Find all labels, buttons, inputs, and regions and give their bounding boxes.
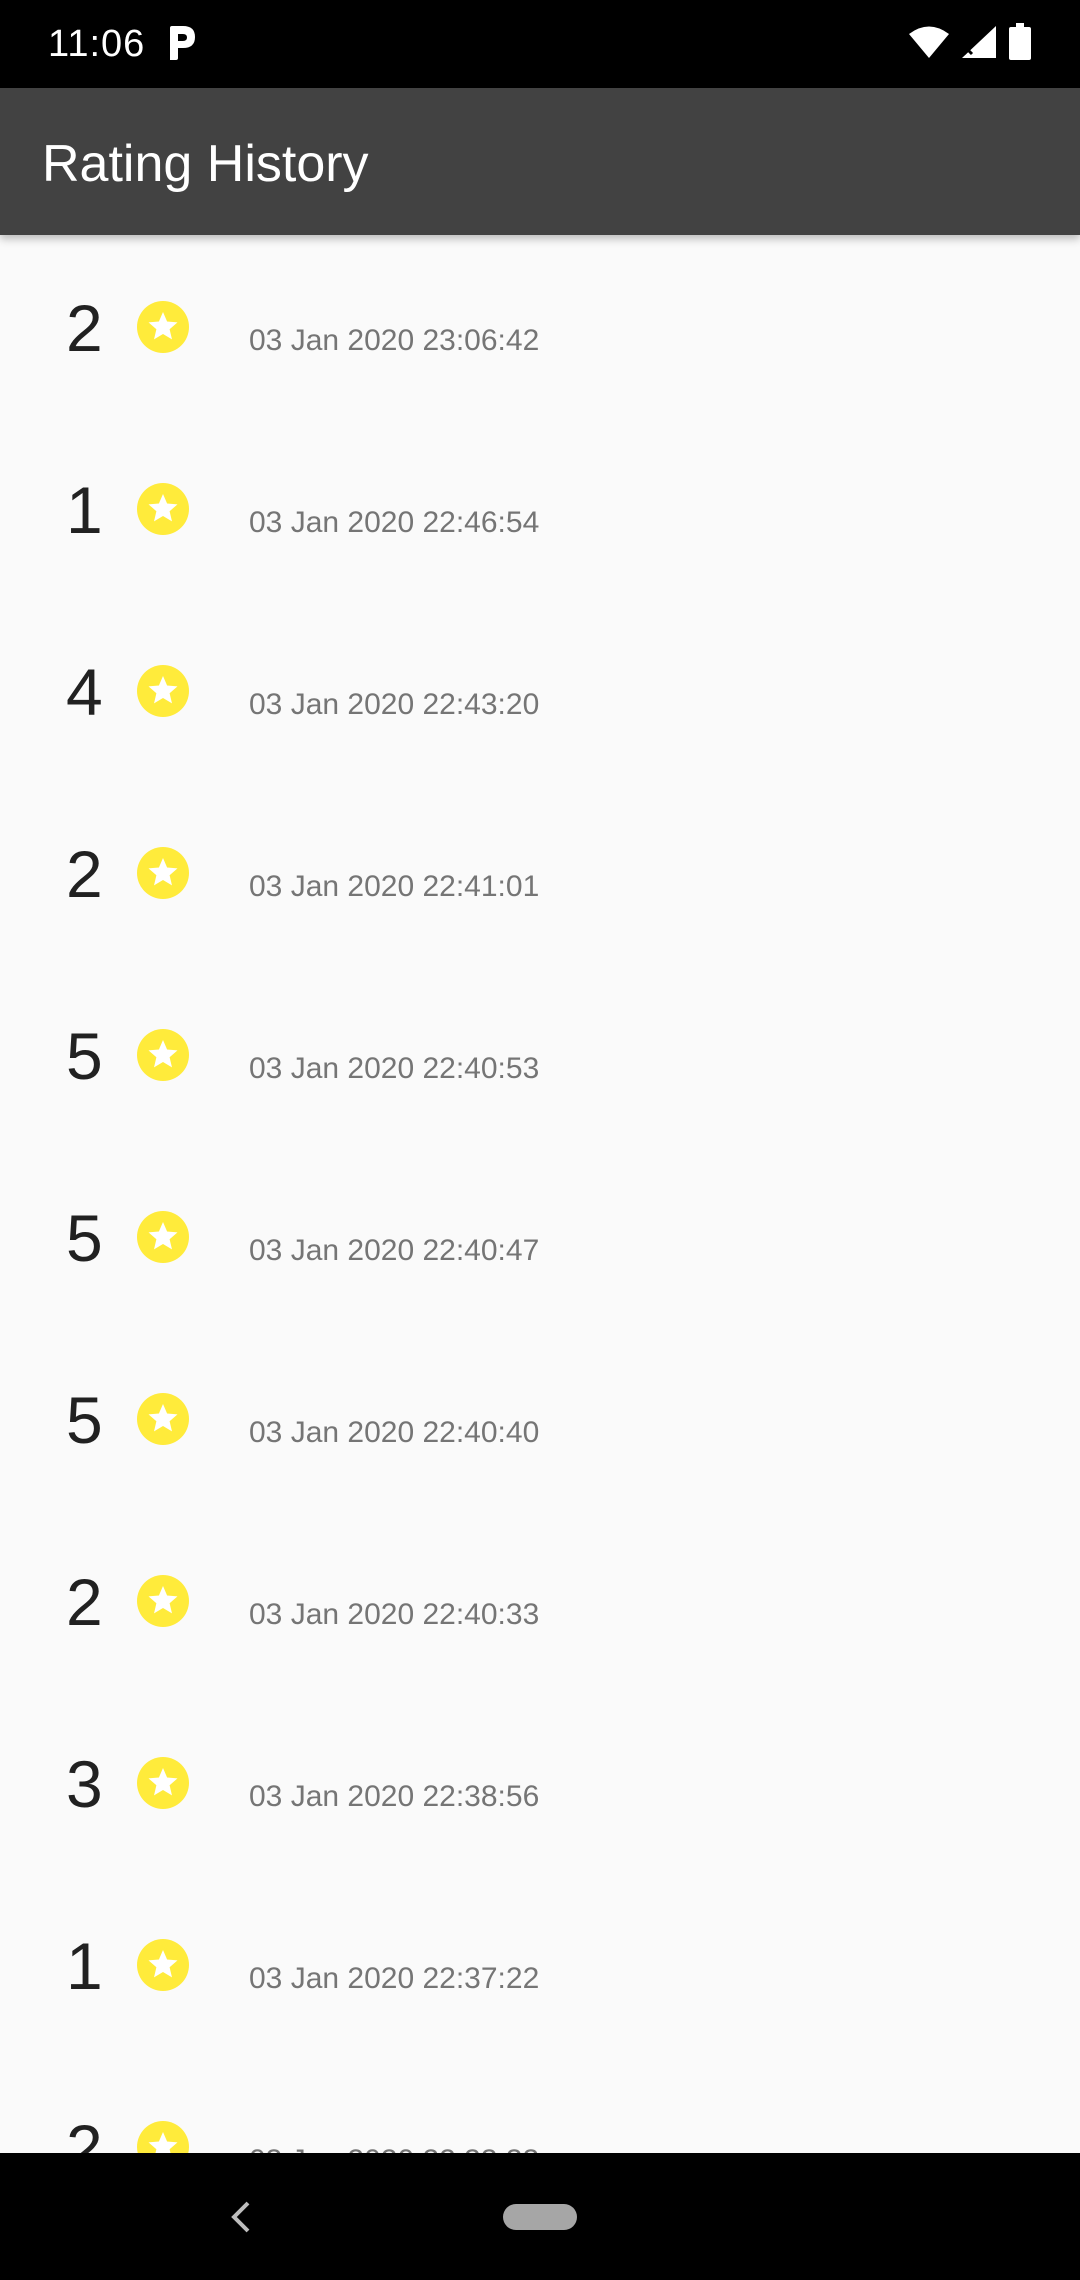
rating-value: 1 (66, 473, 103, 547)
star-icon (136, 846, 190, 900)
star-icon (136, 300, 190, 354)
rating-timestamp: 03 Jan 2020 22:43:20 (249, 688, 540, 721)
parking-app-icon (166, 24, 198, 62)
rating-value: 1 (66, 1929, 103, 2003)
rating-timestamp: 03 Jan 2020 22:40:40 (249, 1416, 540, 1449)
rating-timestamp: 03 Jan 2020 22:33:33 (249, 2143, 539, 2153)
rating-timestamp: 03 Jan 2020 22:41:01 (249, 870, 540, 903)
rating-value: 2 (66, 291, 103, 365)
rating-timestamp: 03 Jan 2020 22:46:54 (249, 506, 540, 539)
rating-timestamp: 03 Jan 2020 23:06:42 (249, 324, 540, 357)
star-icon (136, 1574, 190, 1628)
rating-value: 3 (66, 1747, 103, 1821)
rating-value: 4 (66, 655, 103, 729)
star-icon (136, 664, 190, 718)
signal-icon (960, 24, 998, 65)
star-icon (136, 1938, 190, 1992)
rating-timestamp: 03 Jan 2020 22:40:33 (249, 1598, 540, 1631)
rating-timestamp: 03 Jan 2020 22:40:47 (249, 1234, 540, 1267)
rating-history-list[interactable]: 2 03 Jan 2020 23:06:42 1 03 Jan 2020 22:46:… (0, 235, 1080, 2153)
rating-value: 5 (66, 1201, 103, 1275)
list-item[interactable]: 1 03 Jan 2020 22:46:54 (0, 417, 1080, 599)
star-icon (136, 1028, 190, 1082)
wifi-icon (908, 25, 950, 64)
rating-timestamp: 03 Jan 2020 22:37:22 (249, 1962, 540, 1995)
list-item[interactable]: 1 03 Jan 2020 22:37:22 (0, 1873, 1080, 2055)
rating-timestamp: 03 Jan 2020 22:38:56 (249, 1780, 540, 1813)
star-icon (136, 1210, 190, 1264)
rating-value: 5 (66, 1383, 103, 1457)
list-item[interactable]: 4 03 Jan 2020 22:43:20 (0, 599, 1080, 781)
list-item[interactable]: 3 03 Jan 2020 22:38:56 (0, 1691, 1080, 1873)
list-item[interactable]: 2 03 Jan 2020 22:41:01 (0, 781, 1080, 963)
navigation-bar (0, 2153, 1080, 2280)
star-icon (136, 1392, 190, 1446)
list-item[interactable]: 5 03 Jan 2020 22:40:53 (0, 963, 1080, 1145)
app-bar: Rating History (0, 88, 1080, 235)
star-icon (136, 482, 190, 536)
home-pill-icon[interactable] (503, 2204, 577, 2230)
list-item[interactable]: 2 03 Jan 2020 22:40:33 (0, 1509, 1080, 1691)
list-item[interactable]: 2 03 Jan 2020 23:06:42 (0, 235, 1080, 417)
star-icon (136, 2120, 190, 2153)
list-item[interactable]: 2 03 Jan 2020 22:33:33 (0, 2055, 1080, 2153)
list-item[interactable]: 5 03 Jan 2020 22:40:40 (0, 1327, 1080, 1509)
rating-timestamp: 03 Jan 2020 22:40:53 (249, 1052, 540, 1085)
page-title: Rating History (42, 135, 369, 193)
status-time: 11:06 (48, 23, 146, 65)
status-bar: 11:06 (0, 0, 1080, 88)
battery-icon (1008, 22, 1032, 66)
star-icon (136, 1756, 190, 1810)
rating-value: 5 (66, 1019, 103, 1093)
rating-value: 2 (66, 2111, 103, 2153)
list-item[interactable]: 5 03 Jan 2020 22:40:47 (0, 1145, 1080, 1327)
back-icon[interactable] (226, 2195, 256, 2239)
status-icons (908, 22, 1032, 66)
rating-value: 2 (66, 1565, 103, 1639)
rating-value: 2 (66, 837, 103, 911)
